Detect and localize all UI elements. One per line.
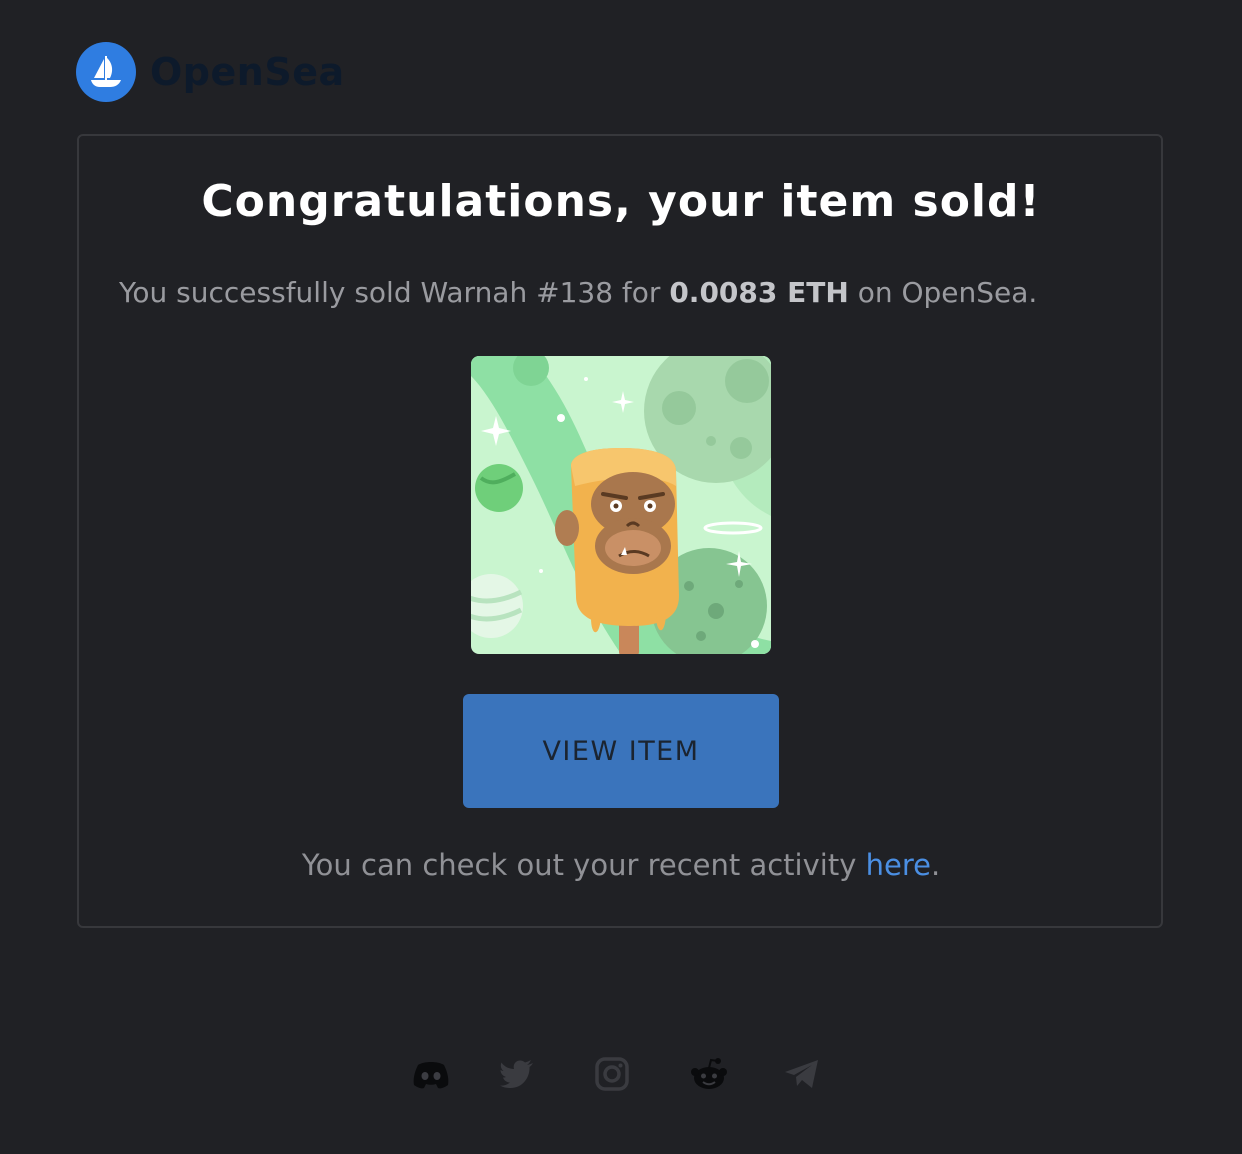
activity-prefix: You can check out your recent activity bbox=[301, 848, 866, 882]
headline: Congratulations, your item sold! bbox=[201, 176, 1041, 227]
twitter-icon[interactable] bbox=[497, 1054, 537, 1094]
summary-prefix: You successfully sold Warnah #138 for bbox=[119, 276, 670, 309]
instagram-icon[interactable] bbox=[592, 1054, 632, 1094]
reddit-icon[interactable] bbox=[689, 1054, 729, 1094]
brand-name: OpenSea bbox=[150, 50, 345, 94]
social-links bbox=[0, 1054, 1242, 1094]
view-item-button[interactable]: VIEW ITEM bbox=[463, 694, 779, 808]
activity-suffix: . bbox=[930, 848, 941, 882]
email-page: OpenSea Congratulations, your item sold!… bbox=[0, 0, 1242, 1154]
brand-header[interactable]: OpenSea bbox=[76, 42, 345, 102]
sale-summary: You successfully sold Warnah #138 for 0.… bbox=[119, 276, 1037, 309]
activity-here-link[interactable]: here bbox=[866, 848, 931, 882]
nft-image[interactable] bbox=[471, 356, 771, 654]
telegram-icon[interactable] bbox=[782, 1054, 822, 1094]
discord-icon[interactable] bbox=[411, 1054, 451, 1094]
sale-price: 0.0083 ETH bbox=[669, 276, 849, 309]
activity-note: You can check out your recent activity h… bbox=[0, 848, 1242, 882]
summary-suffix: on OpenSea. bbox=[848, 276, 1038, 309]
opensea-logo-icon bbox=[76, 42, 136, 102]
